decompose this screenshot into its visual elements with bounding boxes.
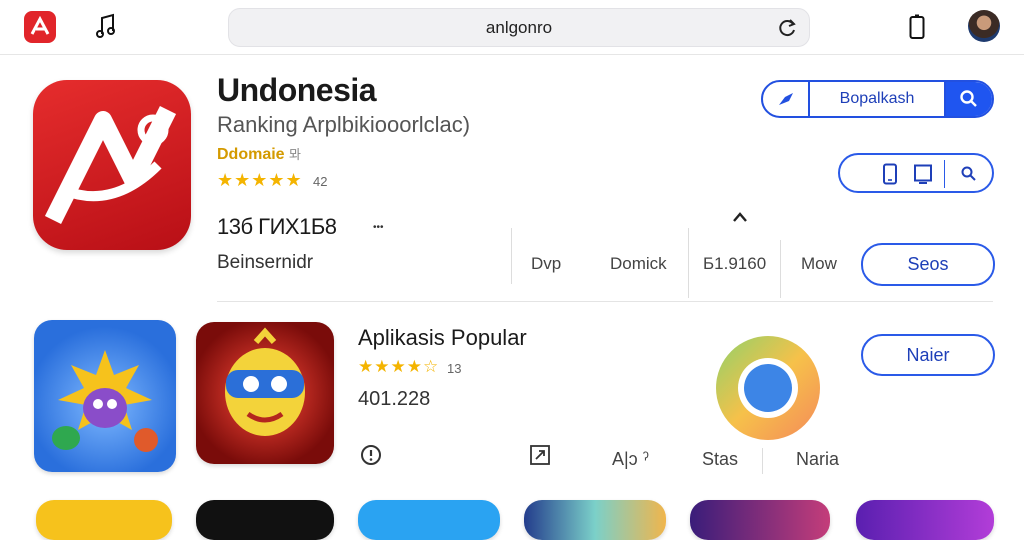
reload-icon[interactable] (775, 16, 799, 40)
app-title: Undonesia (217, 72, 377, 108)
app-tile-robot[interactable] (196, 322, 334, 464)
divider (688, 228, 689, 298)
more-options-icon[interactable]: ••• (373, 222, 384, 233)
app-tile-partial[interactable] (196, 500, 334, 540)
app-tile-partial[interactable] (36, 500, 172, 540)
share-icon[interactable] (763, 82, 810, 116)
stat-value: 13б ГИХ1Б8 (217, 214, 337, 239)
developer-name[interactable]: Ddomaie 뫄 (217, 144, 301, 164)
developer-suffix: 뫄 (289, 147, 301, 162)
avatar[interactable] (968, 10, 1000, 42)
section-divider (217, 301, 993, 302)
meta-item: Domick (610, 254, 667, 273)
app-tile-partial[interactable] (524, 500, 666, 540)
stat-label: Beinsernidr (217, 252, 314, 273)
address-bar[interactable]: anlgonro (228, 8, 810, 47)
app-tile-partial[interactable] (358, 500, 500, 540)
meta-item: Dvp (531, 254, 562, 273)
section-title: Aplikasis Popular (358, 325, 527, 350)
top-bar: anlgonro (0, 0, 1024, 55)
rating-stars: ★★★★☆ (358, 357, 440, 376)
tablet-icon[interactable] (912, 163, 934, 185)
meta-item: Б1.9160 (703, 254, 767, 273)
meta-item: Mow (801, 254, 837, 273)
address-text: anlgonro (485, 18, 553, 37)
search-icon[interactable] (946, 82, 992, 116)
app-tile-partial[interactable] (690, 500, 830, 540)
hero-app-icon[interactable] (33, 80, 191, 250)
next-button[interactable]: Naier (861, 334, 995, 376)
bottom-label: A|ɔ ˀ (612, 449, 649, 469)
app-subtitle: Ranking Arplbikiooorlclac) (217, 112, 471, 137)
divider (762, 448, 763, 474)
divider (511, 228, 512, 284)
external-link-icon[interactable] (529, 444, 551, 466)
download-count: 401.228 (358, 388, 431, 410)
phone-icon[interactable] (906, 12, 928, 42)
divider (944, 160, 945, 188)
device-toggle-group (838, 153, 994, 193)
phone-outline-icon[interactable] (880, 163, 900, 185)
info-icon[interactable] (360, 444, 382, 466)
search-group: Bopalkash (761, 80, 994, 118)
app-logo-icon[interactable] (24, 11, 56, 43)
see-button[interactable]: Seos (861, 243, 995, 286)
app-tile-partial[interactable] (856, 500, 994, 540)
bottom-label: Naria (796, 449, 840, 469)
rating-count: 13 (447, 361, 462, 376)
browser-logo-icon[interactable] (712, 332, 824, 444)
magnifier-icon[interactable] (958, 163, 980, 185)
music-note-icon[interactable] (93, 11, 119, 41)
search-label[interactable]: Bopalkash (810, 82, 946, 116)
rating-count: 42 (313, 174, 328, 189)
developer-label: Ddomaie (217, 146, 285, 163)
app-tile-monster[interactable] (34, 320, 176, 472)
chevron-up-icon[interactable] (732, 210, 748, 228)
divider (780, 240, 781, 298)
bottom-label: Stas (702, 449, 739, 469)
rating-stars: ★★★★★ (217, 170, 303, 190)
